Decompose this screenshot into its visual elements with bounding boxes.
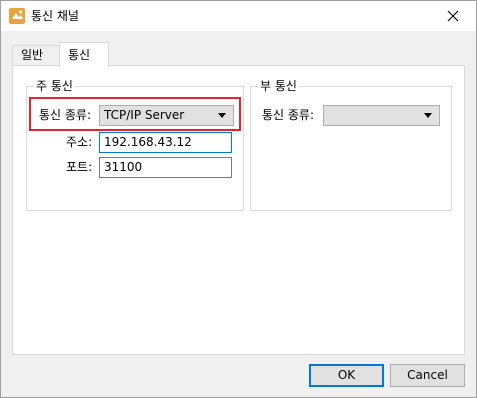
- primary-comm-legend: 주 통신: [34, 78, 75, 94]
- primary-comm-type-label: 통신 종류:: [39, 108, 92, 122]
- primary-comm-type-value: TCP/IP Server: [104, 108, 185, 122]
- secondary-comm-type-select[interactable]: [323, 105, 440, 126]
- address-label: 주소:: [66, 135, 93, 149]
- dropdown-arrow-icon: [424, 113, 432, 118]
- tab-communication[interactable]: 통신: [59, 42, 109, 67]
- app-icon: [9, 8, 25, 24]
- secondary-comm-group: 부 통신 통신 종류:: [250, 78, 452, 211]
- port-input[interactable]: 31100: [99, 157, 232, 178]
- close-icon: [447, 10, 459, 22]
- close-button[interactable]: [430, 1, 476, 31]
- window-title: 통신 채널: [31, 9, 79, 23]
- tab-general[interactable]: 일반: [12, 45, 60, 65]
- tab-panel-communication: 주 통신 통신 종류: TCP/IP Server 주소: 192.168.43…: [12, 65, 465, 355]
- primary-comm-type-select[interactable]: TCP/IP Server: [99, 105, 234, 126]
- port-label: 포트:: [66, 160, 93, 174]
- secondary-comm-type-label: 통신 종류:: [262, 108, 315, 122]
- title-bar[interactable]: 통신 채널: [1, 1, 476, 31]
- dropdown-arrow-icon: [218, 113, 226, 118]
- primary-comm-group: 주 통신 통신 종류: TCP/IP Server 주소: 192.168.43…: [26, 78, 244, 211]
- ok-button[interactable]: OK: [309, 364, 384, 387]
- secondary-comm-legend: 부 통신: [258, 78, 299, 94]
- cancel-button[interactable]: Cancel: [390, 364, 465, 387]
- address-input[interactable]: 192.168.43.12: [99, 132, 232, 153]
- dialog-window: 통신 채널 일반 통신 주 통신 통신 종류: TCP/IP Server 주소…: [0, 0, 477, 398]
